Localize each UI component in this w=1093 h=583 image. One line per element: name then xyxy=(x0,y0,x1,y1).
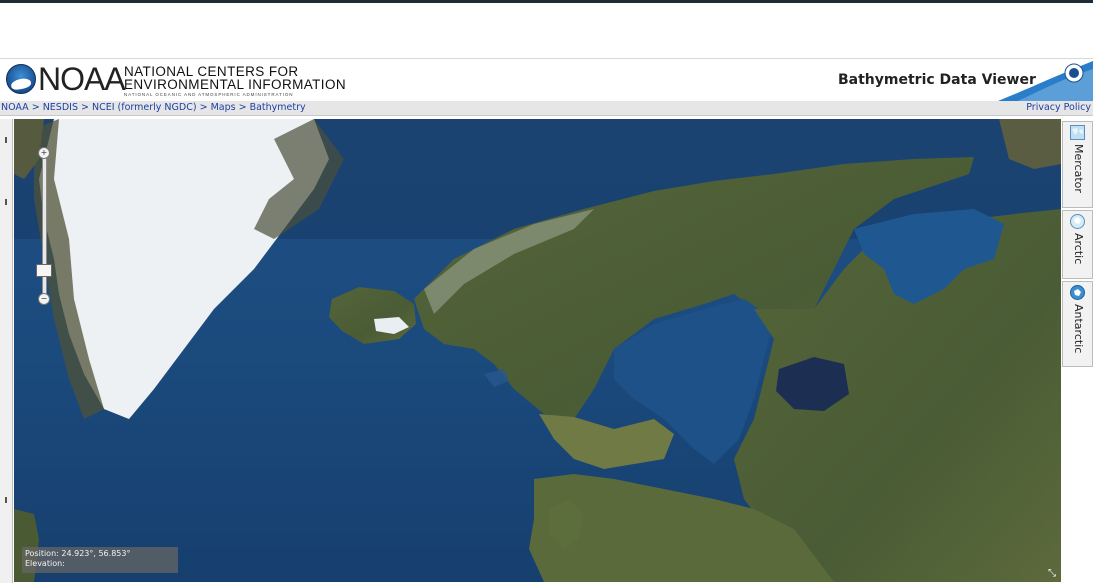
breadcrumb: NOAA > NESDIS > NCEI (formerly NGDC) > M… xyxy=(0,101,1093,116)
noaa-swoosh-icon xyxy=(998,61,1093,101)
noaa-logo-text[interactable]: NOAA xyxy=(38,61,126,97)
breadcrumb-bathymetry[interactable]: Bathymetry xyxy=(250,102,306,113)
breadcrumb-separator: > xyxy=(235,102,250,113)
collapsed-left-panel[interactable] xyxy=(0,119,13,583)
breadcrumb-separator: > xyxy=(196,102,211,113)
panel-handle-icon xyxy=(5,199,7,205)
breadcrumb-separator: > xyxy=(77,102,92,113)
antarctic-globe-icon xyxy=(1070,285,1085,300)
coordinate-readout: Position: 24.923°, 56.853° Elevation: xyxy=(22,547,178,573)
tab-mercator[interactable]: Mercator xyxy=(1062,121,1093,208)
tab-antarctic-label: Antarctic xyxy=(1072,304,1085,354)
ncei-subtitle: NATIONAL OCEANIC AND ATMOSPHERIC ADMINIS… xyxy=(124,92,294,97)
panel-handle-icon xyxy=(5,497,7,503)
privacy-policy-link[interactable]: Privacy Policy xyxy=(1026,102,1091,113)
elevation-readout: Elevation: xyxy=(25,559,65,568)
satellite-basemap xyxy=(14,119,1061,582)
mercator-map-icon xyxy=(1070,125,1085,140)
breadcrumb-nesdis[interactable]: NESDIS xyxy=(43,102,78,113)
zoom-in-button[interactable]: + xyxy=(38,147,50,159)
arctic-globe-icon xyxy=(1070,214,1085,229)
breadcrumb-separator: > xyxy=(28,102,43,113)
map-viewport[interactable]: + − Position: 24.923°, 56.853° Elevation… xyxy=(14,119,1061,582)
zoom-slider-thumb[interactable] xyxy=(36,264,52,277)
tab-arctic[interactable]: Arctic xyxy=(1062,210,1093,279)
noaa-logo-icon[interactable] xyxy=(6,64,36,94)
map-resize-icon[interactable]: ⤡ xyxy=(1048,569,1058,579)
site-header: NOAA NATIONAL CENTERS FOR ENVIRONMENTAL … xyxy=(0,59,1093,101)
tab-antarctic[interactable]: Antarctic xyxy=(1062,281,1093,367)
breadcrumb-maps[interactable]: Maps xyxy=(211,102,236,113)
breadcrumb-ncei[interactable]: NCEI (formerly NGDC) xyxy=(92,102,197,113)
blank-banner xyxy=(0,3,1093,59)
position-readout: Position: 24.923°, 56.853° xyxy=(25,549,131,558)
breadcrumb-noaa[interactable]: NOAA xyxy=(1,102,29,113)
zoom-track[interactable] xyxy=(42,153,47,301)
panel-handle-icon xyxy=(5,137,7,143)
zoom-out-button[interactable]: − xyxy=(38,293,50,305)
tab-mercator-label: Mercator xyxy=(1072,144,1085,193)
ncei-title-line2: ENVIRONMENTAL INFORMATION xyxy=(124,77,347,92)
tab-arctic-label: Arctic xyxy=(1072,233,1085,265)
projection-tabs: Mercator Arctic Antarctic xyxy=(1061,119,1093,583)
zoom-slider[interactable]: + − xyxy=(36,147,52,305)
